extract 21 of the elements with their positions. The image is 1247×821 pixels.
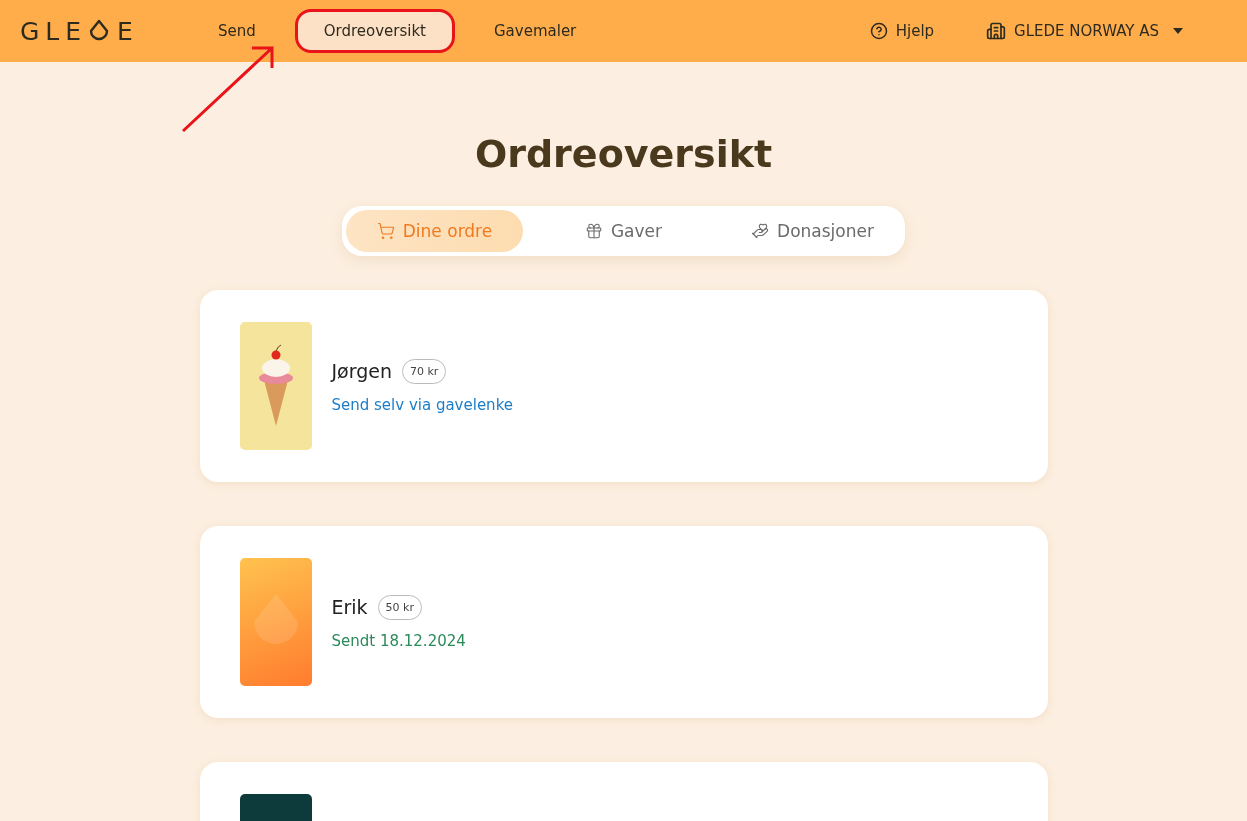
cart-icon bbox=[376, 222, 395, 240]
tab[interactable]: Gaver bbox=[535, 210, 712, 252]
help-link[interactable]: Hjelp bbox=[869, 22, 935, 40]
nav-link[interactable]: Ordreoversikt bbox=[294, 9, 455, 53]
recipient-name: Erik bbox=[331, 596, 368, 618]
help-icon bbox=[869, 22, 888, 40]
gift-icon bbox=[584, 222, 603, 240]
building-icon bbox=[986, 21, 1007, 41]
tab[interactable]: Donasjoner bbox=[724, 210, 901, 252]
logo-text: GLE bbox=[20, 16, 88, 46]
logo-text: E bbox=[117, 16, 139, 46]
caret-icon bbox=[1173, 28, 1183, 34]
page-title: Ordreoversikt bbox=[474, 132, 773, 176]
donation-icon bbox=[751, 222, 770, 240]
drop-icon bbox=[89, 19, 110, 43]
nav-link[interactable]: Gavemaler bbox=[465, 9, 606, 53]
gift-link[interactable]: Send selv via gavelenke bbox=[331, 395, 513, 414]
sent-status: Sendt 18.12.2024 bbox=[331, 631, 466, 650]
recipient-name: Jørgen bbox=[331, 360, 392, 382]
company-menu[interactable]: GLEDE NORWAY AS bbox=[986, 21, 1183, 41]
nav-link[interactable]: Send bbox=[188, 9, 285, 53]
